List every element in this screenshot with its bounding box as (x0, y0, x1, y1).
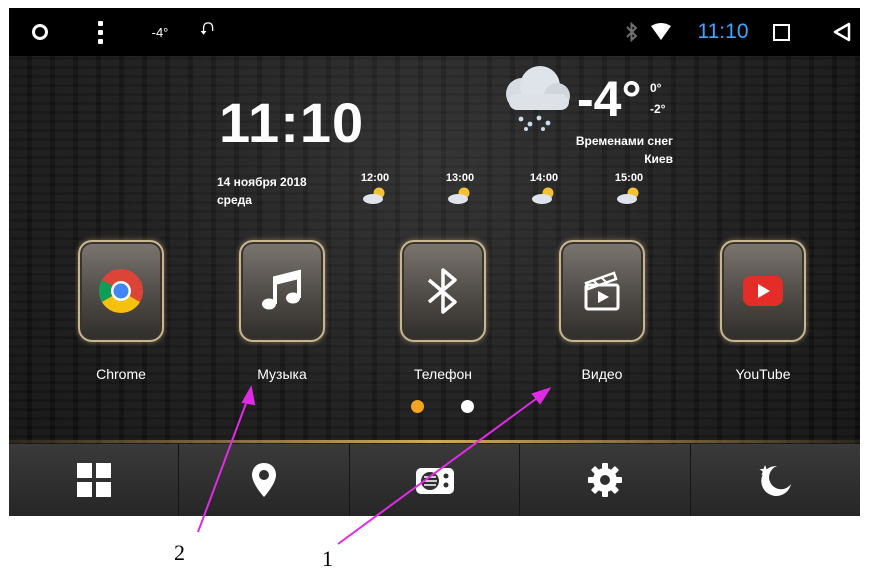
arrow-head-1 (531, 387, 552, 405)
arrow-head-2 (241, 385, 256, 406)
annotation-arrow-1 (337, 395, 541, 545)
annotation-label-2: 2 (174, 540, 185, 565)
annotation-arrow-2 (197, 397, 249, 533)
annotation-label-1: 1 (322, 546, 333, 571)
annotation-arrows (197, 385, 552, 545)
